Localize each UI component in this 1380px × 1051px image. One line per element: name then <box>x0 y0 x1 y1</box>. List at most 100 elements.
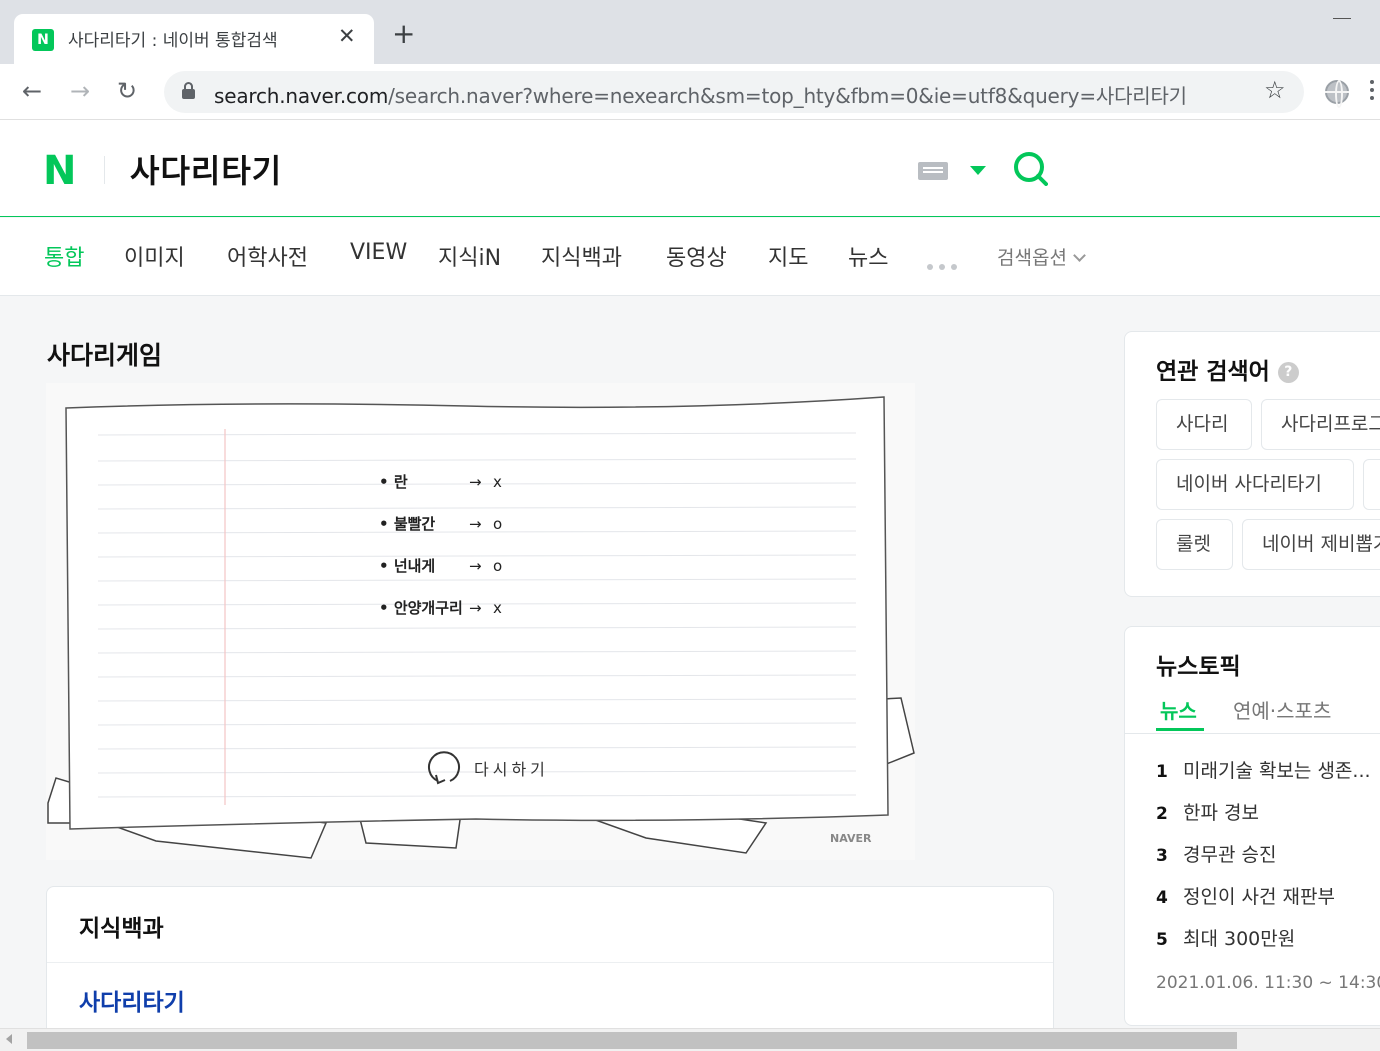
news-rank: 3 <box>1156 846 1168 866</box>
tab-entertainment-sports[interactable]: 연예·스포츠 <box>1233 695 1331 724</box>
ladder-result-row: • 불빨간 → o <box>379 503 502 545</box>
tab-map[interactable]: 지도 <box>768 240 808 272</box>
divider <box>47 962 1053 963</box>
ladder-player-name: 란 <box>393 473 408 491</box>
tab-images[interactable]: 이미지 <box>124 240 185 272</box>
ladder-result-row: • 넌내게 → o <box>379 545 502 587</box>
related-keyword[interactable]: 네이버 제비뽑기 <box>1242 519 1380 570</box>
news-topic-text: 한파 경보 <box>1183 802 1259 824</box>
related-keyword[interactable]: 사다리프로그램 <box>1261 399 1380 450</box>
related-searches-title: 연관 검색어? <box>1156 352 1299 386</box>
search-icon[interactable] <box>1012 150 1048 186</box>
related-title-text: 연관 검색어 <box>1156 359 1270 385</box>
news-rank: 5 <box>1156 930 1168 950</box>
tab-news[interactable]: 뉴스 <box>848 240 888 272</box>
news-topic-item[interactable]: 1 미래기술 확보는 생존... <box>1156 756 1371 783</box>
news-timestamp: 2021.01.06. 11:30 ~ 14:30 <box>1156 973 1380 993</box>
url-path: /search.naver?where=nexearch&sm=top_hty&… <box>388 84 1187 108</box>
browser-tab[interactable]: N 사다리타기 : 네이버 통합검색 ✕ <box>14 14 374 64</box>
news-rank: 1 <box>1156 762 1168 782</box>
url-text[interactable]: search.naver.com/search.naver?where=nexe… <box>214 80 1187 109</box>
naver-favicon-icon: N <box>32 29 54 51</box>
back-button[interactable]: ← <box>22 76 42 106</box>
related-keyword[interactable]: 룰렛 <box>1156 519 1233 570</box>
tab-close-icon[interactable]: ✕ <box>338 24 356 48</box>
new-tab-button[interactable]: + <box>392 20 415 48</box>
arrow-icon: → <box>469 557 482 575</box>
bookmark-star-icon[interactable]: ☆ <box>1264 76 1286 104</box>
tab-encyclopedia[interactable]: 지식백과 <box>541 240 622 272</box>
reload-button[interactable]: ↻ <box>117 76 137 106</box>
arrow-icon: → <box>469 515 482 533</box>
ladder-result-value: o <box>493 515 503 533</box>
ladder-result-row: • 안양개구리 → x <box>379 587 502 629</box>
horizontal-scrollbar[interactable] <box>0 1028 1380 1051</box>
related-keyword[interactable] <box>1363 459 1380 510</box>
ladder-result-value: o <box>493 557 503 575</box>
news-topic-text: 미래기술 확보는 생존... <box>1183 760 1371 782</box>
forward-button[interactable]: → <box>70 76 90 106</box>
news-topic-text: 정인이 사건 재판부 <box>1183 886 1335 908</box>
help-icon[interactable]: ? <box>1277 362 1299 383</box>
ladder-player-name: 넌내게 <box>393 557 436 575</box>
naver-logo[interactable]: N <box>43 151 76 191</box>
search-options-button[interactable]: 검색옵션 <box>997 243 1086 270</box>
autocomplete-toggle-icon[interactable] <box>970 166 986 175</box>
lock-icon[interactable] <box>182 82 195 99</box>
ladder-game-title: 사다리게임 <box>47 341 163 370</box>
tab-kin[interactable]: 지식iN <box>438 240 501 272</box>
tab-video[interactable]: 동영상 <box>666 240 727 272</box>
globe-icon[interactable] <box>1325 80 1349 108</box>
search-category-tabs: 통합 이미지 어학사전 VIEW 지식iN 지식백과 동영상 지도 뉴스 검색옵… <box>0 218 1380 296</box>
arrow-icon: → <box>469 473 482 491</box>
news-rank: 2 <box>1156 804 1168 824</box>
more-tabs-icon[interactable] <box>927 255 963 274</box>
scrollbar-thumb[interactable] <box>27 1032 1237 1049</box>
news-topic-item[interactable]: 5 최대 300만원 <box>1156 924 1295 951</box>
scroll-left-arrow-icon[interactable] <box>6 1034 12 1044</box>
encyclopedia-entry-link[interactable]: 사다리타기 <box>79 983 185 1017</box>
ladder-result-value: x <box>493 473 502 491</box>
naver-header: N 사다리타기 <box>0 120 1380 217</box>
search-options-label: 검색옵션 <box>997 247 1067 269</box>
ladder-player-name: 불빨간 <box>393 515 436 533</box>
news-topic-card: 뉴스토픽 뉴스 연예·스포츠 1 미래기술 확보는 생존... 2 한파 경보 3경… <box>1124 626 1380 1026</box>
naver-watermark: NAVER <box>830 832 872 845</box>
logo-divider <box>104 156 105 184</box>
news-topic-text: 경무관 승진 <box>1183 844 1277 866</box>
related-keyword[interactable]: 사다리 <box>1156 399 1252 450</box>
encyclopedia-card: 지식백과 사다리타기 <box>46 886 1054 1036</box>
ladder-game-panel: • 란 → x • 불빨간 → o • 넌내게 → o • 안양개구리 → x 다시하기 NAV… <box>46 383 915 860</box>
keyboard-icon[interactable] <box>918 162 948 180</box>
tab-title: 사다리타기 : 네이버 통합검색 <box>68 31 278 51</box>
tab-dictionary[interactable]: 어학사전 <box>227 240 308 272</box>
active-tab-indicator <box>1156 728 1204 731</box>
arrow-icon: → <box>469 599 482 617</box>
ladder-result-value: x <box>493 599 502 617</box>
search-input[interactable]: 사다리타기 <box>130 146 282 192</box>
encyclopedia-title: 지식백과 <box>79 916 164 942</box>
news-topic-item[interactable]: 2 한파 경보 <box>1156 798 1259 825</box>
browser-menu-icon[interactable] <box>1370 80 1374 104</box>
ladder-player-name: 안양개구리 <box>393 599 463 617</box>
retry-button[interactable]: 다시하기 <box>474 756 549 780</box>
news-topic-item[interactable]: 4 정인이 사건 재판부 <box>1156 882 1335 909</box>
news-topic-item[interactable]: 3 경무관 승진 <box>1156 840 1276 867</box>
news-topic-title: 뉴스토픽 <box>1156 654 1241 680</box>
browser-tab-strip: N 사다리타기 : 네이버 통합검색 ✕ + <box>0 0 1380 64</box>
tab-view[interactable]: VIEW <box>350 240 407 265</box>
address-bar[interactable]: search.naver.com/search.naver?where=nexe… <box>164 71 1304 113</box>
news-topic-text: 최대 300만원 <box>1183 928 1296 950</box>
divider <box>1125 733 1380 734</box>
news-rank: 4 <box>1156 888 1168 908</box>
ladder-results: • 란 → x • 불빨간 → o • 넌내게 → o • 안양개구리 → x <box>379 461 502 629</box>
window-minimize-button[interactable] <box>1333 18 1351 19</box>
tab-integrated[interactable]: 통합 <box>44 240 84 272</box>
related-keyword[interactable]: 네이버 사다리타기 <box>1156 459 1354 510</box>
chevron-down-icon <box>1073 249 1086 262</box>
related-searches-card: 연관 검색어? 사다리 사다리프로그램 네이버 사다리타기 룰렛 네이버 제비뽑… <box>1124 331 1380 597</box>
tab-news-topic[interactable]: 뉴스 <box>1160 695 1197 724</box>
url-host: search.naver.com <box>214 84 389 108</box>
ladder-result-row: • 란 → x <box>379 461 502 503</box>
browser-toolbar: ← → ↻ search.naver.com/search.naver?wher… <box>0 64 1380 120</box>
